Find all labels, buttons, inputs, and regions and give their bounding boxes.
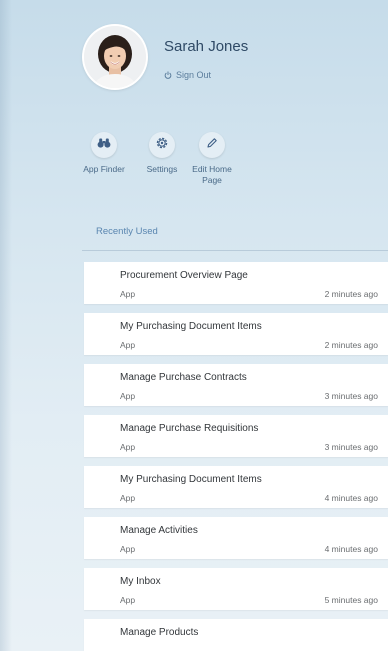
list-item[interactable]: Procurement Overview Page App 2 minutes … xyxy=(84,262,388,304)
edit-home-page-button[interactable]: Edit Home Page xyxy=(182,132,242,186)
item-title: My Purchasing Document Items xyxy=(120,474,262,485)
item-title: Procurement Overview Page xyxy=(120,270,248,281)
gear-icon xyxy=(155,136,169,155)
item-type: App xyxy=(120,391,136,401)
pencil-icon xyxy=(206,136,218,154)
list-item[interactable]: Manage Products xyxy=(84,619,388,651)
item-type: App xyxy=(120,442,136,452)
item-type: App xyxy=(120,493,136,503)
list-item[interactable]: My Purchasing Document Items App 2 minut… xyxy=(84,313,388,355)
list-item[interactable]: My Inbox App 5 minutes ago xyxy=(84,568,388,610)
item-title: Manage Products xyxy=(120,627,199,638)
edit-home-page-label: Edit Home Page xyxy=(192,164,232,185)
list-item[interactable]: Manage Purchase Requisitions App 3 minut… xyxy=(84,415,388,457)
item-type: App xyxy=(120,289,136,299)
power-icon xyxy=(164,71,172,79)
panel-edge-shadow xyxy=(0,0,12,651)
item-time: 4 minutes ago xyxy=(324,544,378,554)
item-time: 3 minutes ago xyxy=(324,391,378,401)
list-item[interactable]: Manage Activities App 4 minutes ago xyxy=(84,517,388,559)
user-name: Sarah Jones xyxy=(164,38,249,55)
app-finder-label: App Finder xyxy=(83,164,125,174)
item-title: Manage Purchase Contracts xyxy=(120,372,247,383)
sign-out-link[interactable]: Sign Out xyxy=(164,70,211,80)
binoculars-icon xyxy=(97,136,111,154)
quick-actions: App Finder Settings Edit Home Page xyxy=(0,132,388,185)
recently-used-list: Procurement Overview Page App 2 minutes … xyxy=(84,262,388,651)
item-title: Manage Purchase Requisitions xyxy=(120,423,259,434)
item-time: 5 minutes ago xyxy=(324,595,378,605)
item-type: App xyxy=(120,340,136,350)
item-time: 2 minutes ago xyxy=(324,289,378,299)
app-finder-button[interactable]: App Finder xyxy=(74,132,134,175)
item-title: My Inbox xyxy=(120,576,161,587)
item-time: 4 minutes ago xyxy=(324,493,378,503)
item-title: Manage Activities xyxy=(120,525,198,536)
list-item[interactable]: My Purchasing Document Items App 4 minut… xyxy=(84,466,388,508)
section-divider xyxy=(82,250,388,251)
item-time: 3 minutes ago xyxy=(324,442,378,452)
me-area-panel: Sarah Jones Sign Out App Finder Settings… xyxy=(0,0,388,651)
item-time: 2 minutes ago xyxy=(324,340,378,350)
item-type: App xyxy=(120,544,136,554)
list-item[interactable]: Manage Purchase Contracts App 3 minutes … xyxy=(84,364,388,406)
recently-used-title: Recently Used xyxy=(96,226,158,237)
sign-out-label: Sign Out xyxy=(176,70,212,80)
item-title: My Purchasing Document Items xyxy=(120,321,262,332)
item-type: App xyxy=(120,595,136,605)
avatar[interactable] xyxy=(84,26,146,88)
